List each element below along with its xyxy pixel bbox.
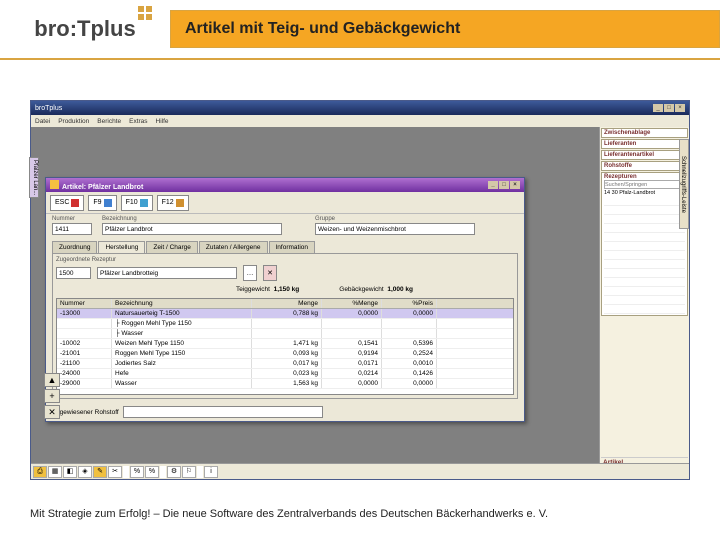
lieferanten-header[interactable]: Lieferanten bbox=[604, 141, 685, 147]
lookup-button[interactable]: … bbox=[243, 265, 257, 281]
list-header: 14 30 Pfalz-Landbrot bbox=[604, 189, 685, 197]
window-buttons[interactable]: _□× bbox=[652, 104, 685, 112]
f10-button[interactable]: F10 bbox=[121, 195, 153, 211]
rezeptur-num-input[interactable] bbox=[56, 267, 91, 279]
table-row[interactable]: -13000Natursauerteig T-15000,788 kg0,000… bbox=[57, 309, 513, 319]
info-icon[interactable]: i bbox=[204, 466, 218, 478]
dialog-toolbar: ESC F9 F10 F12 bbox=[46, 192, 524, 214]
right-panel: Zwischenablage Lieferanten Lieferantenar… bbox=[599, 127, 689, 479]
move-up-button[interactable]: ▲ bbox=[44, 373, 60, 387]
gebaeckgewicht-label: Gebäckgewicht bbox=[339, 286, 383, 293]
tab-information[interactable]: Information bbox=[269, 241, 316, 253]
table-row[interactable]: -29000Wasser1,563 kg0,00000,0000 bbox=[57, 379, 513, 389]
status-bar: ⎙▦◧◈✎✂%%⚙⚐i bbox=[31, 463, 689, 479]
bezeichnung-input[interactable] bbox=[102, 223, 282, 235]
article-dialog: Artikel: Pfälzer Landbrot _□× ESC F9 F10… bbox=[45, 177, 525, 422]
rohstoffe-header[interactable]: Rohstoffe bbox=[604, 163, 685, 169]
zugewiesener-rohstoff-label: Zugewiesener Rohstoff bbox=[52, 409, 119, 416]
lieferantenartikel-header[interactable]: Lieferantenartikel bbox=[604, 152, 685, 158]
teiggewicht-value: 1,150 kg bbox=[274, 286, 300, 293]
rezeptur-label: Zugeordnete Rezeptur bbox=[56, 257, 514, 263]
clear-button[interactable]: ✕ bbox=[263, 265, 277, 281]
table-row[interactable]: -21100Jodiertes Salz0,017 kg0,01710,0010 bbox=[57, 359, 513, 369]
slide-title: Artikel mit Teig- und Gebäckgewicht bbox=[170, 10, 720, 48]
table-row[interactable]: ├ Wasser bbox=[57, 329, 513, 339]
add-button[interactable]: + bbox=[44, 389, 60, 403]
rezeptur-name-input[interactable] bbox=[97, 267, 237, 279]
slide-footer: Mit Strategie zum Erfolg! – Die neue Sof… bbox=[30, 508, 548, 520]
table-row[interactable]: -21001Roggen Mehl Type 11500,093 kg0,919… bbox=[57, 349, 513, 359]
dialog-tabs[interactable]: Zuordnung Herstellung Zeit / Charge Zuta… bbox=[46, 241, 524, 253]
app-window: broTplus _□× DateiProduktionBerichteExtr… bbox=[30, 100, 690, 480]
table-row[interactable]: -24000Hefe0,023 kg0,02140,1426 bbox=[57, 369, 513, 379]
app-menu[interactable]: DateiProduktionBerichteExtrasHilfe bbox=[31, 115, 689, 127]
zugewiesener-rohstoff-input[interactable] bbox=[123, 406, 323, 418]
ingredient-grid[interactable]: Nummer Bezeichnung Menge %Menge %Preis -… bbox=[56, 298, 514, 395]
table-row[interactable]: ├ Roggen Mehl Type 1150 bbox=[57, 319, 513, 329]
table-row[interactable]: -10002Weizen Mehl Type 11501,471 kg0,154… bbox=[57, 339, 513, 349]
gruppe-label: Gruppe bbox=[315, 216, 518, 222]
gruppe-input[interactable] bbox=[315, 223, 475, 235]
dialog-window-buttons[interactable]: _□× bbox=[487, 181, 520, 189]
app-titlebar: broTplus _□× bbox=[31, 101, 689, 115]
dialog-titlebar: Artikel: Pfälzer Landbrot _□× bbox=[46, 178, 524, 192]
quick-access-tab[interactable]: Schnellzugriffs-Leiste bbox=[679, 139, 689, 229]
clipboard-section[interactable]: Zwischenablage bbox=[601, 128, 688, 138]
f9-button[interactable]: F9 bbox=[88, 195, 116, 211]
teiggewicht-label: Teiggewicht bbox=[236, 286, 270, 293]
bezeichnung-label: Bezeichnung bbox=[102, 216, 305, 222]
gebaeckgewicht-value: 1,000 kg bbox=[387, 286, 413, 293]
tab-herstellung[interactable]: Herstellung bbox=[98, 241, 145, 253]
left-tab[interactable]: Pfalzer Lan... bbox=[29, 157, 39, 198]
nummer-input[interactable] bbox=[52, 223, 92, 235]
search-input[interactable] bbox=[604, 180, 685, 189]
f12-button[interactable]: F12 bbox=[157, 195, 189, 211]
nummer-label: Nummer bbox=[52, 216, 92, 222]
remove-button[interactable]: ✕ bbox=[44, 405, 60, 419]
esc-button[interactable]: ESC bbox=[50, 195, 84, 211]
logo: bro:Tplus bbox=[0, 0, 170, 58]
tab-zuordnung[interactable]: Zuordnung bbox=[52, 241, 97, 253]
tab-zeit-charge[interactable]: Zeit / Charge bbox=[146, 241, 198, 253]
bread-icon bbox=[50, 180, 59, 189]
tab-zutaten[interactable]: Zutaten / Allergene bbox=[199, 241, 268, 253]
